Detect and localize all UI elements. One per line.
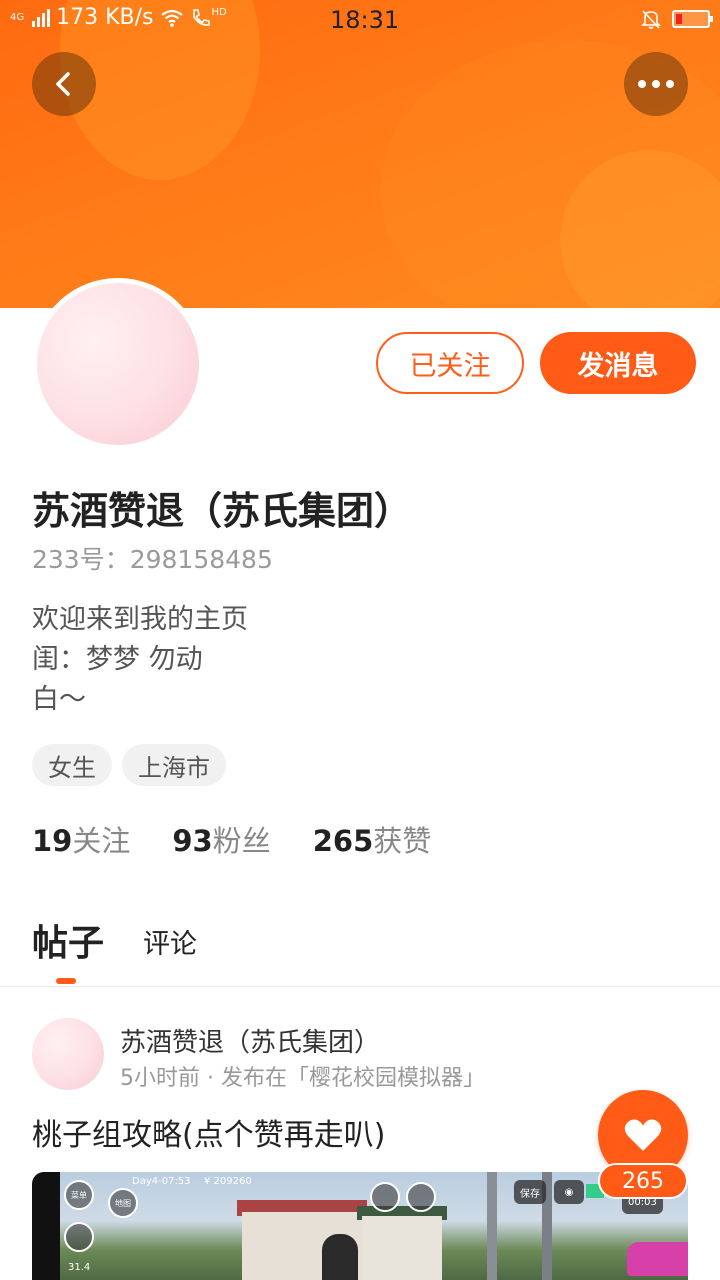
call-icon [192, 8, 210, 26]
back-button[interactable] [32, 52, 96, 116]
game-pole [487, 1172, 497, 1280]
game-money: ¥ 209260 [204, 1176, 252, 1187]
image-letterbox [32, 1172, 60, 1280]
profile-uid: 233号：298158485 [32, 545, 273, 574]
signal-icon [32, 8, 51, 27]
profile-banner [0, 0, 720, 308]
battery-icon [672, 10, 713, 28]
stat-followers[interactable]: 93粉丝 [172, 818, 270, 860]
status-time: 18:31 [330, 6, 400, 34]
post-author-avatar[interactable] [32, 1018, 104, 1090]
stat-label: 粉丝 [212, 824, 271, 858]
tag-gender: 女生 [32, 744, 112, 786]
game-stat: 31.4 [68, 1262, 91, 1273]
status-right [640, 8, 713, 30]
status-bar: 4G 173 KB/s HD 18:31 [0, 0, 720, 40]
like-count: 265 [598, 1163, 688, 1199]
stat-value: 93 [172, 824, 213, 858]
wifi-icon [160, 9, 183, 27]
game-map-button: 地图 [108, 1188, 138, 1218]
profile-name: 苏酒赞退（苏氏集团） [32, 489, 413, 533]
game-action-button [370, 1182, 400, 1212]
game-item-button [64, 1222, 94, 1252]
bio-line: 白～ [32, 684, 86, 715]
camera-icon: ◉ [554, 1180, 584, 1204]
stat-label: 关注 [72, 824, 131, 858]
game-save-button: 保存 [514, 1180, 546, 1204]
game-house [362, 1216, 442, 1280]
profile-bio: 欢迎来到我的主页 闺：梦梦 勿动 白～ [32, 600, 248, 720]
send-message-button[interactable]: 发消息 [540, 332, 696, 394]
hd-badge: HD [211, 7, 227, 18]
post-image[interactable]: Day4-07:53 ¥ 209260 菜单 地图 保存 ◉ 00:03 31.… [32, 1172, 688, 1280]
tab-comments[interactable]: 评论 [143, 922, 197, 961]
active-tab-indicator [56, 978, 76, 984]
game-menu-button: 菜单 [64, 1180, 94, 1210]
post-meta: 5小时前 · 发布在「樱花校园模拟器」 [120, 1066, 485, 1091]
bell-muted-icon [641, 10, 661, 29]
post-title[interactable]: 桃子组攻略(点个赞再走叭) [32, 1110, 385, 1154]
status-left: 4G 173 KB/s HD [10, 5, 227, 30]
stat-following[interactable]: 19关注 [32, 818, 130, 860]
game-character [322, 1234, 358, 1280]
more-dots-icon [638, 80, 674, 88]
divider [0, 986, 720, 987]
profile-avatar[interactable] [32, 278, 204, 450]
game-car [627, 1242, 688, 1276]
network-type: 4G [10, 11, 25, 23]
follow-button[interactable]: 已关注 [376, 332, 524, 394]
chevron-left-icon [56, 72, 70, 96]
tab-posts[interactable]: 帖子 [32, 914, 104, 966]
game-day-time: Day4-07:53 [132, 1176, 191, 1187]
stat-label: 获赞 [373, 824, 432, 858]
heart-icon [624, 1119, 662, 1151]
stat-likes[interactable]: 265获赞 [313, 818, 432, 860]
bio-line: 闺：梦梦 勿动 [32, 644, 203, 675]
stat-value: 265 [312, 824, 374, 858]
more-options-button[interactable] [624, 52, 688, 116]
profile-stats: 19关注 93粉丝 265获赞 [32, 818, 431, 860]
post-author-name[interactable]: 苏酒赞退（苏氏集团） [120, 1022, 380, 1059]
tag-location: 上海市 [122, 744, 226, 786]
bio-line: 欢迎来到我的主页 [32, 604, 248, 635]
stat-value: 19 [32, 824, 73, 858]
network-speed: 173 KB/s [56, 5, 154, 30]
profile-tags: 女生 上海市 [32, 744, 226, 786]
game-action-button [406, 1182, 436, 1212]
